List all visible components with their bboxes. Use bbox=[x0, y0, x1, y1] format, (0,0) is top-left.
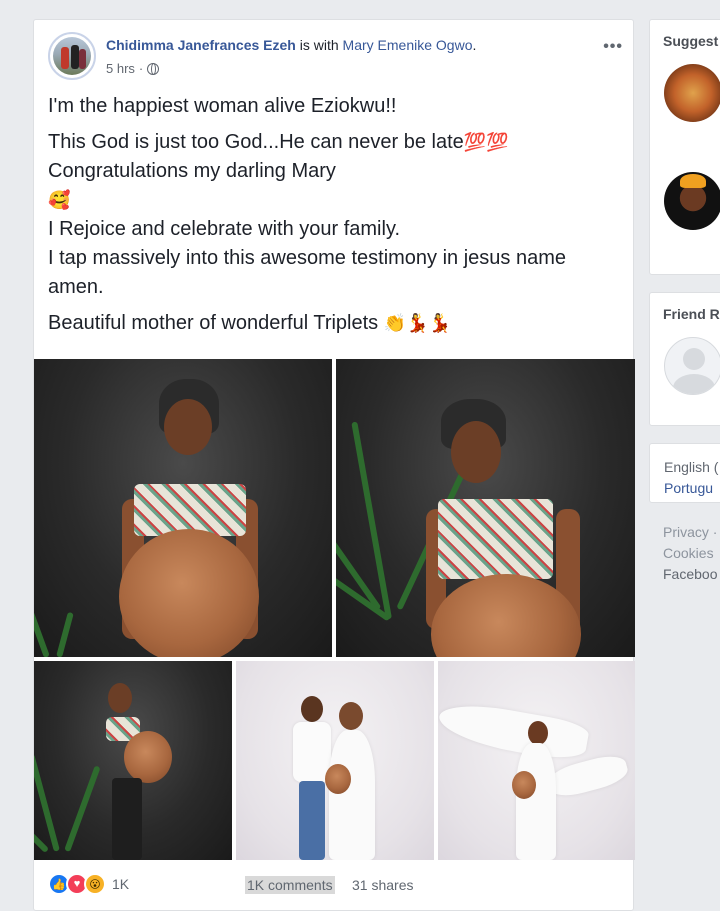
post-line: Congratulations my darling Mary bbox=[48, 160, 336, 182]
suggested-title: Suggest bbox=[663, 33, 719, 49]
post-options-button[interactable]: ••• bbox=[603, 38, 623, 56]
tagged-friend-name[interactable]: Mary Emenike Ogwo bbox=[343, 37, 473, 53]
post-line: Beautiful mother of wonderful Triplets 👏… bbox=[48, 312, 451, 334]
footer-facebook-link[interactable]: Faceboo bbox=[663, 566, 717, 582]
reactions-bar[interactable]: 👍 ♥ 😮 1K bbox=[48, 873, 129, 895]
photo-3[interactable] bbox=[34, 661, 232, 860]
photo-5[interactable] bbox=[438, 661, 635, 860]
photo-1[interactable] bbox=[34, 359, 332, 657]
with-text: is with bbox=[295, 37, 343, 53]
shares-count-link[interactable]: 31 shares bbox=[352, 877, 413, 893]
language-link-portuguese[interactable]: Portugu bbox=[664, 480, 713, 496]
language-panel: English ( Portugu bbox=[649, 443, 720, 503]
post-meta: 5 hrs · bbox=[106, 61, 160, 76]
suggested-page-avatar[interactable] bbox=[664, 64, 720, 122]
suggested-page-avatar[interactable] bbox=[664, 172, 720, 230]
clap-dance-emoji: 👏💃💃 bbox=[383, 313, 451, 333]
post-header-text: Chidimma Janefrances Ezeh is with Mary E… bbox=[106, 37, 476, 53]
post-text: I'm the happiest woman alive Eziokwu!! T… bbox=[48, 92, 618, 338]
photo-4[interactable] bbox=[236, 661, 434, 860]
current-language: English ( bbox=[664, 459, 719, 475]
post-card: Chidimma Janefrances Ezeh is with Mary E… bbox=[33, 19, 635, 911]
hearts-face-emoji: 🥰 bbox=[48, 190, 71, 210]
footer-cookies-link[interactable]: Cookies bbox=[663, 545, 714, 561]
with-end: . bbox=[472, 37, 477, 53]
author-avatar[interactable] bbox=[48, 32, 96, 80]
post-line: I Rejoice and celebrate with your family… bbox=[48, 218, 401, 240]
friend-requests-title: Friend R bbox=[663, 306, 720, 322]
post-line: I tap massively into this awesome testim… bbox=[48, 247, 566, 298]
reaction-count[interactable]: 1K bbox=[112, 876, 129, 892]
photo-2[interactable] bbox=[336, 359, 635, 657]
post-timestamp[interactable]: 5 hrs bbox=[106, 61, 135, 76]
comments-count-link[interactable]: 1K comments bbox=[245, 876, 335, 894]
post-header: Chidimma Janefrances Ezeh is with Mary E… bbox=[48, 32, 623, 82]
post-line: This God is just too God...He can never … bbox=[48, 131, 509, 153]
avatar-photo bbox=[53, 37, 91, 75]
author-name[interactable]: Chidimma Janefrances Ezeh bbox=[106, 37, 296, 53]
friend-requests-panel: Friend R bbox=[649, 292, 720, 426]
hundred-emoji: 💯💯 bbox=[463, 132, 509, 152]
globe-icon[interactable] bbox=[147, 62, 160, 75]
post-line: I'm the happiest woman alive Eziokwu!! bbox=[48, 95, 397, 117]
suggested-pages-panel: Suggest bbox=[649, 19, 720, 275]
friend-avatar-placeholder[interactable] bbox=[664, 337, 720, 395]
wow-icon: 😮 bbox=[84, 873, 106, 895]
footer-privacy-link[interactable]: Privacy · bbox=[663, 524, 717, 540]
